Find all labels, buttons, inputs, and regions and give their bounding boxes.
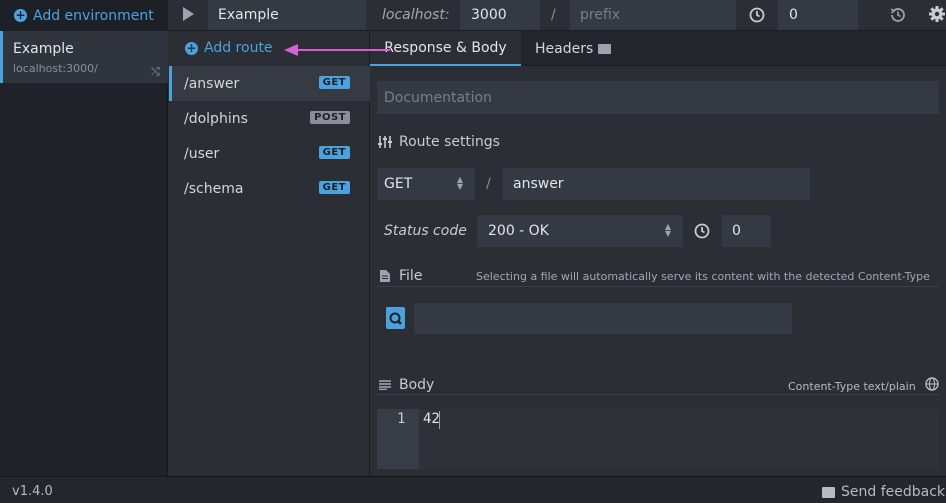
app-version: v1.4.0	[12, 484, 53, 499]
add-environment-label: Add environment	[33, 7, 154, 24]
shuffle-icon[interactable]: ⤭	[151, 65, 160, 79]
annotation-arrow	[284, 44, 390, 56]
clock-icon	[749, 7, 765, 23]
route-path: /dolphins	[184, 110, 248, 127]
method-badge: GET	[318, 146, 350, 159]
body-section-header: Body	[379, 377, 434, 393]
file-search-icon[interactable]	[386, 307, 405, 329]
path-separator: /	[486, 176, 491, 192]
method-badge: GET	[318, 76, 350, 89]
divider	[377, 394, 939, 395]
method-select[interactable]: GET ▲ ▼	[377, 168, 475, 200]
route-path-input[interactable]: answer	[503, 168, 810, 200]
environment-name: Example	[13, 41, 74, 57]
select-arrows-icon: ▲ ▼	[456, 175, 463, 191]
prefix-input[interactable]	[570, 0, 736, 30]
globe-icon	[925, 377, 939, 391]
file-path-input[interactable]	[414, 303, 792, 334]
documentation-input[interactable]	[377, 81, 939, 114]
select-arrows-icon: ▲ ▼	[664, 222, 671, 238]
method-badge: POST	[310, 111, 350, 124]
method-select-value: GET	[384, 176, 413, 192]
add-environment-button[interactable]: + Add environment	[0, 0, 168, 31]
status-code-select[interactable]: 200 - OK ▲ ▼	[477, 215, 683, 247]
plus-circle-icon: +	[185, 40, 198, 55]
port-input[interactable]: 3000	[460, 0, 540, 30]
file-hint: Selecting a file will automatically serv…	[476, 270, 930, 283]
environment-latency-input[interactable]: 0	[778, 0, 858, 30]
route-path: /schema	[184, 180, 244, 197]
host-label: localhost:	[382, 7, 450, 23]
tab-headers-label: Headers	[535, 41, 594, 57]
tab-headers[interactable]: Headers	[535, 41, 612, 57]
status-code-value: 200 - OK	[488, 223, 549, 239]
body-code-line[interactable]: 42	[423, 411, 440, 427]
headers-list-icon	[598, 44, 612, 54]
body-editor[interactable]	[377, 409, 939, 469]
body-title: Body	[399, 377, 435, 393]
send-feedback-link[interactable]: Send feedback	[822, 484, 945, 500]
file-title: File	[399, 268, 423, 284]
add-route-button[interactable]: + Add route	[185, 40, 273, 56]
content-type-label: Content-Type text/plain	[788, 380, 916, 393]
text-cursor	[439, 411, 440, 429]
tab-response-body[interactable]: Response & Body	[370, 31, 521, 66]
file-section-header: File	[379, 268, 422, 284]
route-item[interactable]: /user GET	[169, 136, 370, 171]
clock-icon	[694, 223, 710, 239]
gear-icon[interactable]	[928, 5, 946, 23]
add-route-label: Add route	[204, 40, 273, 56]
route-item[interactable]: /answer GET	[169, 66, 370, 101]
route-item[interactable]: /dolphins POST	[169, 101, 370, 136]
status-bar	[0, 476, 946, 503]
route-path: /answer	[184, 75, 240, 92]
send-feedback-label: Send feedback	[841, 484, 946, 500]
route-settings-title: Route settings	[399, 134, 500, 150]
history-icon[interactable]	[888, 5, 908, 25]
comment-icon	[822, 486, 835, 498]
status-code-label: Status code	[384, 223, 467, 239]
route-settings-header: Route settings	[377, 134, 500, 150]
route-latency-input[interactable]: 0	[722, 215, 771, 247]
prefix-separator: /	[551, 7, 556, 23]
sliders-icon	[378, 136, 392, 148]
route-item[interactable]: /schema GET	[169, 171, 370, 206]
method-badge: GET	[318, 181, 350, 194]
environment-name-input[interactable]: Example	[208, 0, 366, 30]
route-path: /user	[184, 145, 220, 162]
environment-host: localhost:3000/	[13, 62, 98, 75]
play-icon[interactable]	[183, 7, 194, 21]
plus-circle-icon: +	[14, 8, 27, 22]
divider	[377, 286, 939, 287]
environment-item[interactable]: Example localhost:3000/ ⤭	[0, 31, 168, 83]
file-icon	[380, 270, 390, 282]
text-lines-icon	[379, 380, 391, 390]
line-number: 1	[397, 411, 406, 427]
